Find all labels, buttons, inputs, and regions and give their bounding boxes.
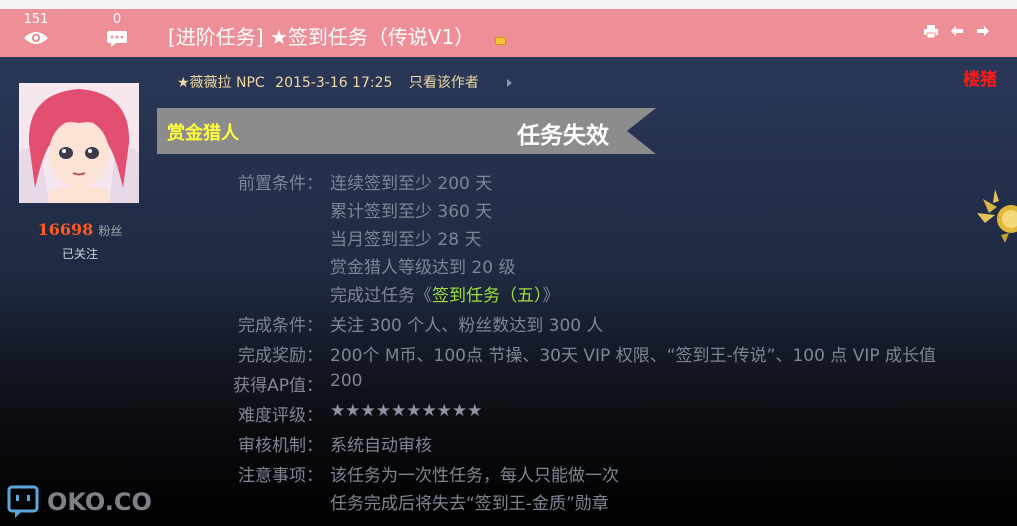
comment-icon <box>97 30 137 51</box>
replies-count: 0 <box>112 12 122 27</box>
thread-header: 151 0 [进阶任务] ★签到任务（传说V1） <box>0 9 1017 57</box>
banner-hunter-label: 赏金猎人 <box>167 123 239 144</box>
top-strip <box>0 0 1017 9</box>
reward-value: 200个 M币、100点 节操、30天 VIP 权限、“签到王-传说”、100 … <box>330 346 937 366</box>
post-meta: ★薇薇拉 NPC 2015-3-16 17:25 只看该作者 <box>177 72 513 92</box>
prev-thread-icon[interactable] <box>949 23 965 39</box>
ap-label: 获得AP值： <box>233 376 323 396</box>
chevron-right-icon[interactable] <box>507 79 513 87</box>
lock-icon <box>494 36 506 45</box>
prereq-1: 连续签到至少 200 天 <box>330 174 493 194</box>
watermark-text: OKO.CO <box>47 488 152 516</box>
completion-label: 完成条件： <box>238 316 323 336</box>
thread-title-text: [进阶任务] ★签到任务（传说V1） <box>168 25 475 49</box>
thread-title: [进阶任务] ★签到任务（传说V1） <box>168 21 506 50</box>
print-icon[interactable] <box>923 23 939 39</box>
prereq-5-suffix: 》 <box>542 286 560 306</box>
reward-label: 完成奖励： <box>238 346 323 366</box>
fans-info: 16698 粉丝 <box>20 220 140 239</box>
post-panel: 16698 粉丝 已关注 ★薇薇拉 NPC 2015-3-16 17:25 只看… <box>0 57 1017 526</box>
prereq-3: 当月签到至少 28 天 <box>330 230 482 250</box>
eye-icon <box>16 30 56 50</box>
prereq-task-link[interactable]: 签到任务（五） <box>432 286 543 306</box>
banner-status: 任务失效 <box>517 123 609 149</box>
post-datetime: 2015-3-16 17:25 <box>275 75 393 91</box>
prereq-2: 累计签到至少 360 天 <box>330 202 493 222</box>
fans-count[interactable]: 16698 <box>38 220 94 239</box>
views-stat: 151 <box>16 12 56 50</box>
review-label: 审核机制： <box>238 436 323 456</box>
author-name[interactable]: ★薇薇拉 NPC <box>177 75 265 91</box>
header-actions <box>923 23 991 39</box>
note-label: 注意事项： <box>238 466 323 486</box>
views-count: 151 <box>23 12 49 27</box>
note-1: 该任务为一次性任务，每人只能做一次 <box>330 466 619 486</box>
medal-icon[interactable] <box>975 185 1017 243</box>
task-banner: 赏金猎人 任务失效 <box>157 108 656 154</box>
watermark-logo: OKO.CO <box>7 485 152 519</box>
note-2: 任务完成后将失去“签到王-金质”勋章 <box>330 494 609 514</box>
next-thread-icon[interactable] <box>975 23 991 39</box>
follow-status[interactable]: 已关注 <box>20 245 140 262</box>
floor-label: 楼猪 <box>963 70 997 90</box>
replies-stat: 0 <box>97 12 137 51</box>
prereq-5-prefix: 完成过任务《 <box>330 286 432 306</box>
completion-value: 关注 300 个人、粉丝数达到 300 人 <box>330 316 604 336</box>
difficulty-stars: ★★★★★★★★★★ <box>330 401 483 421</box>
ap-value: 200 <box>330 371 363 391</box>
logo-icon <box>7 485 39 518</box>
prereq-label: 前置条件： <box>238 174 323 194</box>
prereq-5: 完成过任务《签到任务（五）》 <box>330 281 560 306</box>
difficulty-label: 难度评级： <box>238 406 323 426</box>
review-value: 系统自动审核 <box>330 436 432 456</box>
prereq-4: 赏金猎人等级达到 20 级 <box>330 258 516 278</box>
fans-label: 粉丝 <box>98 224 123 238</box>
only-author-link[interactable]: 只看该作者 <box>409 75 479 91</box>
